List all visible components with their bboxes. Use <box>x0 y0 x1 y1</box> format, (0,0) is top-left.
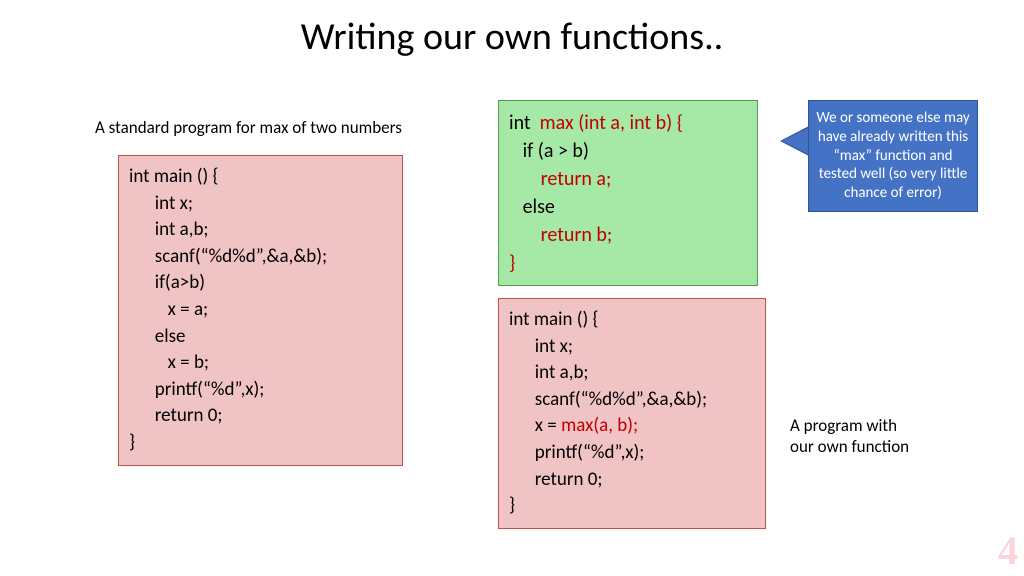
func-signature: max (int a, int b) { <box>540 111 683 135</box>
line-return-b: return b; <box>509 223 612 247</box>
r-l5-call: max(a, b); <box>561 414 638 437</box>
callout-box: We or someone else may have already writ… <box>808 100 978 212</box>
r-l3: int a,b; <box>509 361 589 384</box>
code-box-standard: int main () { int x; int a,b; scanf(“%d%… <box>118 155 403 466</box>
slide-title: Writing our own functions.. <box>0 0 1024 60</box>
r-l5-pre: x = <box>509 414 561 437</box>
r-l6: printf(“%d”,x); <box>509 441 644 464</box>
r-l2: int x; <box>509 335 573 358</box>
code-box-with-function: int main () { int x; int a,b; scanf(“%d%… <box>498 298 766 529</box>
line-close-brace: } <box>509 251 515 275</box>
code-box-max-function: int max (int a, int b) { if (a > b) retu… <box>498 100 758 286</box>
r-l4: scanf(“%d%d”,&a,&b); <box>509 388 707 411</box>
r-l8: } <box>509 494 515 517</box>
watermark-logo: 4 <box>998 527 1018 574</box>
caption-left: A standard program for max of two number… <box>95 117 402 138</box>
r-l7: return 0; <box>509 468 602 491</box>
r-l1: int main () { <box>509 308 599 331</box>
kw-int: int <box>509 111 540 135</box>
line-return-a: return a; <box>509 167 611 191</box>
line-if: if (a > b) <box>509 139 589 163</box>
caption-right: A program with our own function <box>790 415 909 457</box>
line-else: else <box>509 195 555 219</box>
callout-tail <box>782 127 810 155</box>
